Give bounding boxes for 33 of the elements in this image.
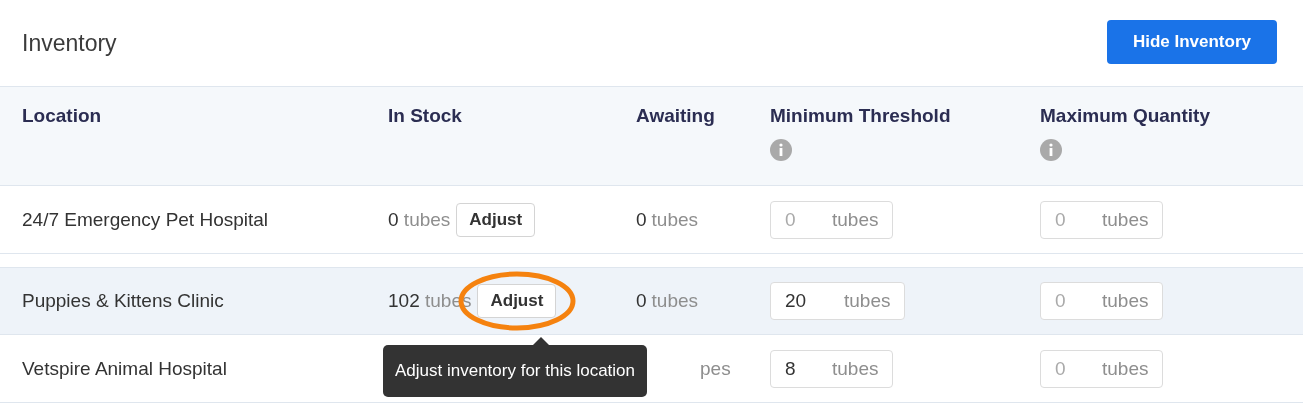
unit-label: tubes [1102,290,1149,312]
column-header: Awaiting [636,105,715,127]
location-name: 24/7 Emergency Pet Hospital [22,208,269,231]
quantity-input[interactable]: 0 [1055,290,1090,312]
quantity-field[interactable]: 8 tubes [770,349,894,388]
unit-label: tubes [844,290,891,312]
column-header: In Stock [388,105,462,127]
location-name: Vetspire Animal Hospital [22,357,227,380]
awaiting-count: 0 tubes [636,208,699,231]
unit-label: tubes [1102,208,1149,231]
info-icon[interactable] [770,139,792,161]
adjust-button[interactable]: Adjust [456,202,536,237]
unit-label: tubes [832,208,879,231]
stock-count: 0 tubes [388,208,451,231]
quantity-input[interactable]: 0 [1055,357,1090,380]
quantity-input[interactable]: 0 [1055,208,1090,231]
location-name: Puppies & Kittens Clinic [22,290,224,312]
info-icon[interactable] [1040,139,1062,161]
quantity-field[interactable]: 20 tubes [770,282,906,320]
unit-label: tubes [832,357,879,380]
section-title: Inventory [22,29,117,57]
tooltip: Adjust inventory for this location [383,337,647,397]
column-header: Maximum Quantity [1040,105,1210,127]
hide-inventory-button[interactable]: Hide Inventory [1106,20,1277,64]
quantity-input[interactable]: 0 [785,208,820,231]
column-header: Location [22,105,102,127]
unit-label: tubes [1102,357,1149,380]
column-header: Minimum Threshold [770,105,951,127]
awaiting-count: pes [700,357,731,380]
awaiting-count: 0 tubes [636,290,699,312]
quantity-input[interactable]: 8 [785,357,820,380]
adjust-button[interactable]: Adjust [477,284,557,318]
quantity-input[interactable]: 20 [785,290,832,312]
